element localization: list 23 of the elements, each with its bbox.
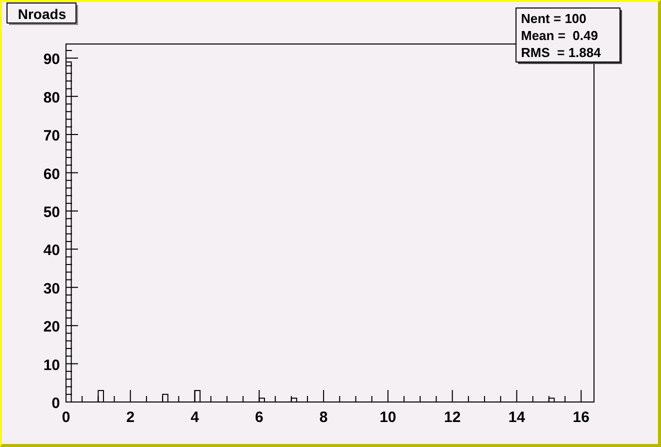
tick-label: 30 xyxy=(43,280,60,298)
tick-label: 14 xyxy=(508,409,526,426)
tick-label: 0 xyxy=(62,409,70,426)
tick-label: 10 xyxy=(43,356,60,374)
tick-label: 50 xyxy=(43,204,60,221)
tick-label: 60 xyxy=(43,166,60,183)
tick-label: 4 xyxy=(190,409,199,426)
tick-label: 90 xyxy=(43,51,60,68)
tick-label: 20 xyxy=(43,318,60,336)
tick-label: 6 xyxy=(255,409,264,426)
tick-label: 40 xyxy=(43,242,60,260)
stats-line: Nent = 100 xyxy=(521,11,586,26)
tick-label: 0 xyxy=(52,395,60,412)
tick-label: 10 xyxy=(380,409,396,426)
tick-label: 16 xyxy=(572,409,590,426)
histogram-title: Nroads xyxy=(6,2,78,25)
tick-label: 12 xyxy=(444,409,461,426)
stats-line: Mean = 0.49 xyxy=(521,28,598,43)
tick-label: 80 xyxy=(43,89,60,106)
tick-label: 70 xyxy=(43,128,60,145)
tick-label: 8 xyxy=(319,409,328,426)
stats-line: RMS = 1.884 xyxy=(521,45,601,60)
tick-label: 2 xyxy=(126,409,135,426)
